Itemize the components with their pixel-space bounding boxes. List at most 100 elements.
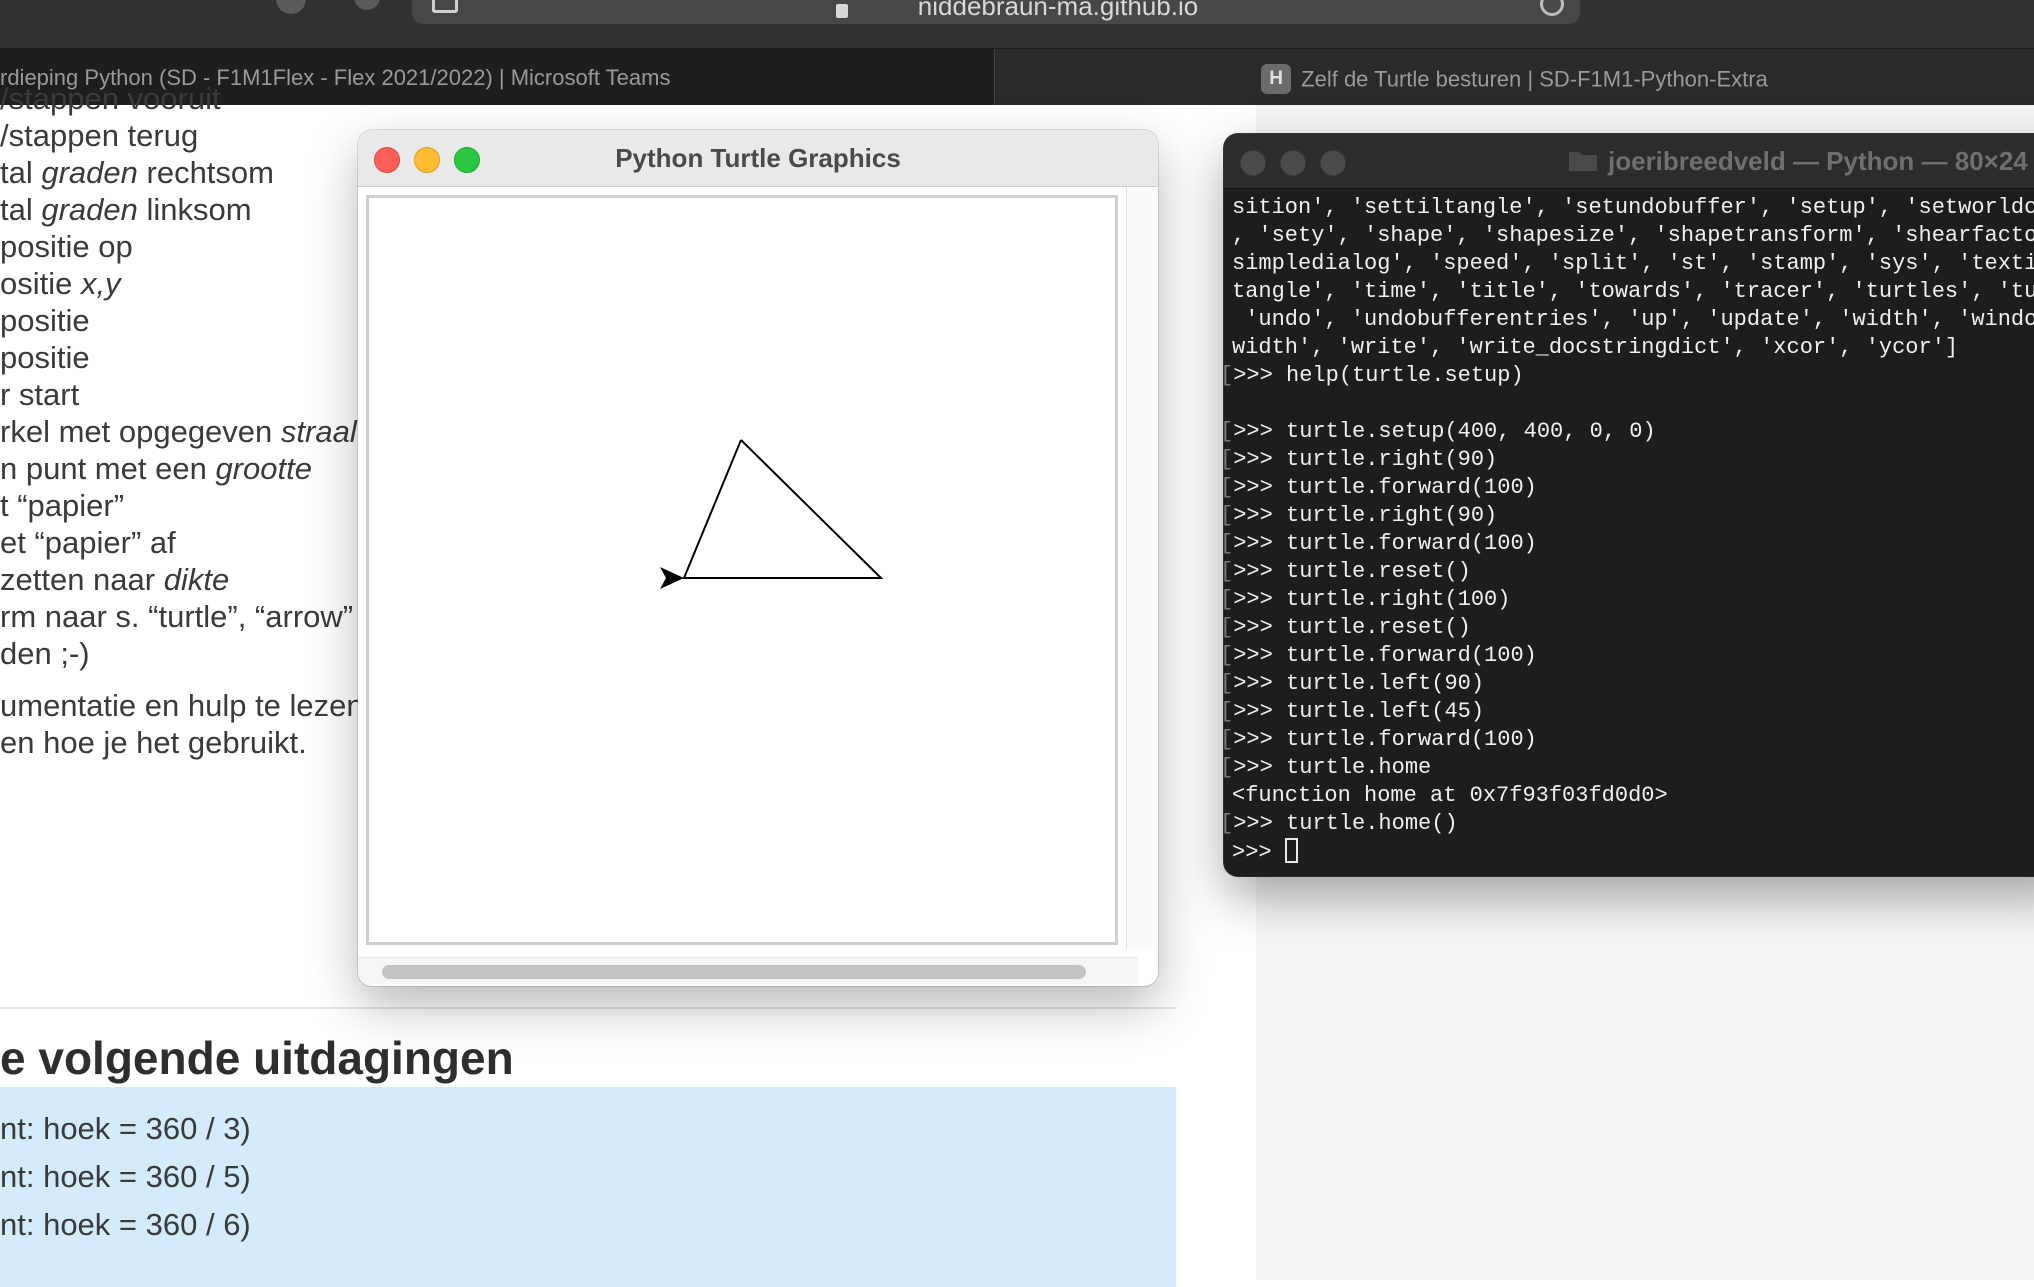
tab-label: Zelf de Turtle besturen | SD-F1M1-Python… <box>1301 66 1768 92</box>
doc-line-text: t “papier” <box>0 488 125 523</box>
tip-box: nt: hoek = 360 / 3) nt: hoek = 360 / 5) nt… <box>0 1087 1176 1287</box>
turtle-canvas[interactable] <box>366 195 1118 945</box>
terminal-current-prompt[interactable]: >>> <box>1232 838 2034 866</box>
prompt-bracket: [ <box>1224 363 1233 388</box>
tab-turtle-besturen[interactable]: H Zelf de Turtle besturen | SD-F1M1-Pytho… <box>995 49 2034 106</box>
vertical-scrollbar[interactable] <box>1126 187 1153 949</box>
text-cursor <box>1284 838 1298 863</box>
prompt-symbol: >>> <box>1233 699 1287 724</box>
doc-line: ositie x,y <box>0 266 121 302</box>
triangle-path <box>682 439 884 579</box>
doc-line-text: ositie <box>0 266 81 301</box>
terminal-output-line: <function home at 0x7f93f03fd0d0> <box>1232 782 2034 810</box>
doc-line-text: /stappen terug <box>0 118 199 153</box>
doc-line: positie <box>0 340 90 376</box>
prompt-bracket: [ <box>1224 671 1233 696</box>
terminal-output-line: width', 'write', 'write_docstringdict', … <box>1232 334 2034 362</box>
terminal-line-text: turtle.setup(400, 400, 0, 0) <box>1286 419 1656 444</box>
prompt-symbol: >>> <box>1233 811 1287 836</box>
browser-toolbar: niddebraun-ma.github.io <box>0 0 2034 48</box>
doc-line: positie op <box>0 229 133 265</box>
doc-line: /stappen vooruit <box>0 81 221 117</box>
turtle-drawing <box>660 439 884 589</box>
terminal-command-line: [>>> turtle.right(90) <box>1224 502 2034 530</box>
doc-line-text: rm naar s. “turtle”, “arrow” , <box>0 599 371 634</box>
address-text[interactable]: niddebraun-ma.github.io <box>858 0 1258 24</box>
prompt-symbol: >>> <box>1233 587 1287 612</box>
doc-line: rkel met opgegeven straal <box>0 414 357 450</box>
extension-icon[interactable] <box>354 0 380 10</box>
close-button[interactable] <box>1240 150 1266 176</box>
tab-bar: rdieping Python (SD - F1M1Flex - Flex 20… <box>0 48 2034 106</box>
terminal-line-text: help(turtle.setup) <box>1286 363 1524 388</box>
doc-line: zetten naar dikte <box>0 562 229 598</box>
terminal-command-line: [>>> turtle.home() <box>1224 810 2034 838</box>
doc-line-text: linksom <box>137 192 252 227</box>
terminal-output[interactable]: sition', 'settiltangle', 'setundobuffer'… <box>1224 194 2034 866</box>
terminal-titlebar[interactable]: joeribreedveld — Python — 80×24 <box>1224 134 2034 189</box>
prompt-bracket: [ <box>1224 615 1233 640</box>
terminal-output-line: tangle', 'time', 'title', 'towards', 'tr… <box>1232 278 2034 306</box>
privacy-report-icon[interactable] <box>276 0 306 14</box>
prompt-symbol: >>> <box>1233 643 1287 668</box>
turtle-arrow-icon <box>660 567 684 589</box>
terminal-command-line: [>>> turtle.right(90) <box>1224 446 2034 474</box>
prompt-symbol: >>> <box>1233 755 1287 780</box>
doc-line-emphasis: graden <box>41 155 138 190</box>
prompt-bracket: [ <box>1224 699 1233 724</box>
doc-line: rm naar s. “turtle”, “arrow” , <box>0 599 370 635</box>
terminal-output-line: , 'sety', 'shape', 'shapesize', 'shapetr… <box>1232 222 2034 250</box>
prompt-bracket: [ <box>1224 755 1233 780</box>
prompt-bracket: [ <box>1224 475 1233 500</box>
section-divider <box>0 1007 1176 1009</box>
doc-line-text: en hoe je het gebruikt. <box>0 725 307 760</box>
terminal-line-text: width', 'write', 'write_docstringdict', … <box>1232 335 1959 360</box>
terminal-command-line: [>>> turtle.right(100) <box>1224 586 2034 614</box>
terminal-command-line: [>>> turtle.forward(100) <box>1224 726 2034 754</box>
doc-line: r start <box>0 377 79 413</box>
prompt-symbol: >>> <box>1233 531 1287 556</box>
doc-line-text: et “papier” af <box>0 525 176 560</box>
doc-line: positie <box>0 303 90 339</box>
terminal-line-text: sition', 'settiltangle', 'setundobuffer'… <box>1232 195 2034 220</box>
doc-line: tal graden rechtsom <box>0 155 274 191</box>
doc-line: et “papier” af <box>0 525 176 561</box>
doc-line-text: rkel met opgegeven <box>0 414 281 449</box>
doc-line: den ;-) <box>0 636 90 672</box>
folder-icon <box>1569 152 1597 171</box>
prompt-bracket: [ <box>1224 531 1233 556</box>
prompt-symbol: >>> <box>1233 447 1287 472</box>
terminal-command-line: [>>> turtle.reset() <box>1224 614 2034 642</box>
doc-line-text: positie <box>0 340 90 375</box>
prompt-bracket: [ <box>1224 727 1233 752</box>
doc-line-text: rechtsom <box>137 155 275 190</box>
zoom-button[interactable] <box>1320 150 1346 176</box>
horizontal-scrollbar-thumb[interactable] <box>382 965 1086 979</box>
terminal-command-line: [>>> turtle.left(90) <box>1224 670 2034 698</box>
turtle-window-titlebar[interactable]: Python Turtle Graphics <box>358 130 1158 187</box>
doc-line-emphasis: straal <box>280 414 357 449</box>
terminal-command-line: [>>> help(turtle.setup) <box>1224 362 2034 390</box>
terminal-command-line: [>>> turtle.forward(100) <box>1224 474 2034 502</box>
terminal-line-text: turtle.right(90) <box>1286 447 1498 472</box>
terminal-output-line: sition', 'settiltangle', 'setundobuffer'… <box>1232 194 2034 222</box>
doc-line: en hoe je het gebruikt. <box>0 725 307 761</box>
doc-line-text: tal <box>0 192 42 227</box>
prompt-symbol: >>> <box>1233 503 1287 528</box>
doc-line: n punt met een grootte <box>0 451 312 487</box>
doc-line: /stappen terug <box>0 118 198 154</box>
minimize-button[interactable] <box>1280 150 1306 176</box>
terminal-line-text: , 'sety', 'shape', 'shapesize', 'shapetr… <box>1232 223 2034 248</box>
prompt-symbol: >>> <box>1232 840 1285 865</box>
prompt-bracket: [ <box>1224 587 1233 612</box>
terminal-output-line: 'undo', 'undobufferentries', 'up', 'upda… <box>1232 306 2034 334</box>
terminal-line-text: turtle.right(100) <box>1286 587 1511 612</box>
terminal-line-text: turtle.forward(100) <box>1286 475 1537 500</box>
terminal-line-text: turtle.forward(100) <box>1286 531 1537 556</box>
tab-overview-icon[interactable] <box>432 0 458 13</box>
terminal-line-text: turtle.home <box>1286 755 1432 780</box>
terminal-line-text: 'undo', 'undobufferentries', 'up', 'upda… <box>1245 307 2034 332</box>
prompt-symbol: >>> <box>1233 671 1287 696</box>
terminal-command-line: [>>> turtle.home <box>1224 754 2034 782</box>
site-favicon-icon: H <box>1261 64 1292 95</box>
